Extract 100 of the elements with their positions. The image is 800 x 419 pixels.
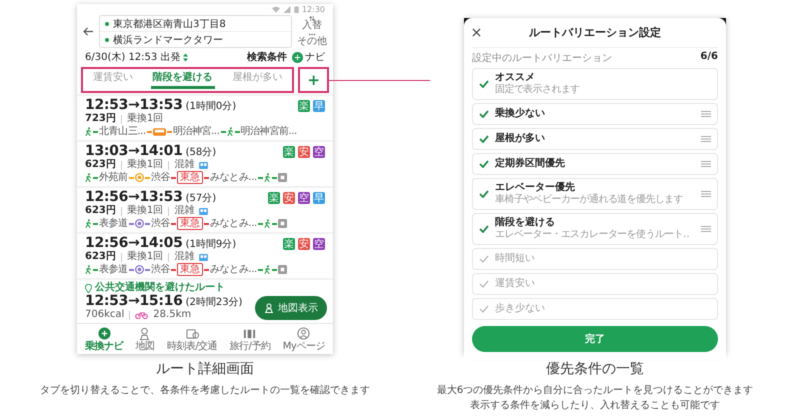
destination-field[interactable]: 横浜ランドマークタワー xyxy=(100,31,291,47)
route-tag: 楽 xyxy=(298,100,310,112)
stop-name: 渋谷 xyxy=(150,172,170,184)
variation-label: 定期券区間優先 xyxy=(495,158,566,170)
route-transfers: 乗換1回 xyxy=(126,251,164,263)
mypage-icon xyxy=(297,327,310,340)
walking-person-icon xyxy=(264,219,271,228)
route-tag: 安 xyxy=(283,192,295,204)
drag-handle-icon[interactable] xyxy=(701,111,711,117)
variation-item[interactable]: 階段を避ける エレベーター・エスカレーターを使うルート‥ xyxy=(472,213,718,245)
variation-item[interactable]: 乗換少ない xyxy=(472,103,718,125)
variation-label: 乗換少ない xyxy=(495,108,546,120)
nav-tab[interactable]: 時刻表/交通 xyxy=(166,327,218,353)
route-duration: (57分) xyxy=(186,193,216,205)
up-down-arrows-icon[interactable] xyxy=(183,52,188,62)
more-dots-icon xyxy=(308,32,316,37)
back-arrow-icon[interactable] xyxy=(83,27,94,36)
variation-item[interactable]: オススメ 固定で表示されます xyxy=(472,68,718,100)
variation-label: オススメ xyxy=(495,72,536,84)
route-time: 13:03→14:01 xyxy=(85,144,183,159)
swap-button[interactable]: 入替 xyxy=(297,16,327,31)
nav-tab[interactable]: 地図 xyxy=(135,327,154,353)
route-card[interactable]: 12:53→13:53 (1時間0分) 楽 早 723円 乗換1回 北青山三... 明治神宮... 明治神宮前... xyxy=(77,96,333,140)
stop-name: 表参道 xyxy=(99,264,128,276)
walking-person-icon xyxy=(264,173,271,182)
stop-name: 渋谷 xyxy=(150,218,170,230)
variation-item[interactable]: エレベーター優先 車椅子やベビーカーが通れる道を優先します xyxy=(472,178,718,210)
map-view-button[interactable]: 地図表示 xyxy=(255,296,327,320)
nav-tab[interactable]: Myページ xyxy=(282,327,325,353)
route-duration: (58分) xyxy=(186,147,216,159)
goal-icon xyxy=(278,173,287,182)
drag-handle-icon[interactable] xyxy=(701,226,711,232)
route-transfers: 乗換1回 xyxy=(126,159,164,171)
drag-handle-icon[interactable] xyxy=(701,191,711,197)
route-card[interactable]: 13:03→14:01 (58分) 楽 安 空 623円 乗換1回 混雑 外苑前 渋谷 東急 みなとみ... xyxy=(77,142,333,186)
variation-label: 階段を避ける xyxy=(495,217,556,229)
variation-label: 歩き少ない xyxy=(495,303,546,315)
stop-name: 外苑前 xyxy=(99,172,128,184)
route-congestion: 混雑 xyxy=(174,205,194,217)
line-label: 東急 xyxy=(177,217,204,230)
route-tag: 空 xyxy=(313,238,325,250)
stop-name: 明治神宮... xyxy=(172,126,220,138)
route-time: 12:56→13:53 xyxy=(85,190,183,205)
variation-label: 運賃安い xyxy=(495,278,536,290)
route-duration: (2時間23分) xyxy=(186,297,242,309)
search-conditions-button[interactable]: 検索条件 xyxy=(247,50,287,64)
departure-time-button[interactable]: 6/30(木) 12:53 出発 xyxy=(85,50,180,64)
swap-icon xyxy=(308,16,316,21)
close-icon[interactable] xyxy=(472,28,481,37)
route-transfers: 乗換1回 xyxy=(126,113,164,125)
route-duration: (1時間9分) xyxy=(186,239,236,251)
status-time: 12:30 xyxy=(302,5,325,14)
nav-tab[interactable]: 乗換ナビ xyxy=(85,327,124,353)
walking-person-icon xyxy=(264,265,271,274)
stop-name: 表参道 xyxy=(99,218,128,230)
section-label: 設定中のルートバリエーション xyxy=(472,52,612,65)
bus-icon xyxy=(152,128,166,136)
route-card[interactable]: 12:56→13:53 (57分) 楽 安 空 早 623円 乗換1回 混雑 表参道 渋谷 東急 みなとみ... xyxy=(77,188,333,232)
goal-icon xyxy=(278,219,287,228)
route-fare: 623円 xyxy=(85,251,116,263)
variation-label: 時間短い xyxy=(495,253,536,265)
route-tag: 楽 xyxy=(268,192,280,204)
route-tab[interactable]: 階段を避ける xyxy=(150,71,215,89)
walking-person-icon xyxy=(85,127,92,136)
variation-label: エレベーター優先 xyxy=(495,182,576,194)
map-icon xyxy=(138,327,152,340)
origin-field[interactable]: 東京都港区南青山3丁目8 xyxy=(100,16,291,31)
route-tag: 空 xyxy=(298,192,310,204)
stop-name: 北青山三... xyxy=(99,126,146,138)
variation-item[interactable]: 屋根が多い xyxy=(472,128,718,150)
variation-description: 車椅子やベビーカーが通れる道を優先します xyxy=(495,194,684,206)
walking-person-icon xyxy=(85,265,92,274)
caption-text: 表示する条件を減らしたり、入れ替えることも可能です xyxy=(470,398,720,412)
nav-tab[interactable]: 旅行/予約 xyxy=(230,327,270,353)
variation-item[interactable]: 定期券区間優先 xyxy=(472,153,718,175)
train-icon xyxy=(199,162,208,168)
route-card[interactable]: 12:56→14:05 (1時間9分) 楽 安 空 623円 乗換1回 混雑 表参道 渋谷 東急 みなとみ... xyxy=(77,234,333,278)
add-tab-button[interactable]: + xyxy=(304,72,323,88)
route-congestion: 混雑 xyxy=(174,159,194,171)
route-tag: 早 xyxy=(313,100,325,112)
more-button[interactable]: その他 xyxy=(297,32,327,47)
variation-description: 固定で表示されます xyxy=(495,84,581,96)
walking-person-icon xyxy=(85,173,92,182)
route-time: 12:56→14:05 xyxy=(85,236,183,251)
wifi-icon xyxy=(272,6,280,13)
navi-button[interactable]: ナビ xyxy=(292,50,325,64)
route-calories: 706kcal xyxy=(85,309,124,321)
stop-name: 明治神宮前... xyxy=(240,126,297,138)
route-tag: 楽 xyxy=(283,238,295,250)
variation-description: エレベーター・エスカレーターを使うルート‥ xyxy=(495,229,690,241)
caption-text: 最大6つの優先条件から自分に合ったルートを見つけることができます xyxy=(436,384,754,397)
stop-name: みなとみ... xyxy=(210,218,257,230)
drag-handle-icon[interactable] xyxy=(701,136,711,142)
drag-handle-icon[interactable] xyxy=(701,161,711,167)
line-label: 東急 xyxy=(177,171,204,184)
route-fare: 623円 xyxy=(85,205,116,217)
caption-title: 優先条件の一覧 xyxy=(546,360,644,378)
route-tag: 空 xyxy=(313,146,325,158)
navi-icon xyxy=(98,327,111,340)
route-time: 12:53→15:16 xyxy=(85,294,183,309)
